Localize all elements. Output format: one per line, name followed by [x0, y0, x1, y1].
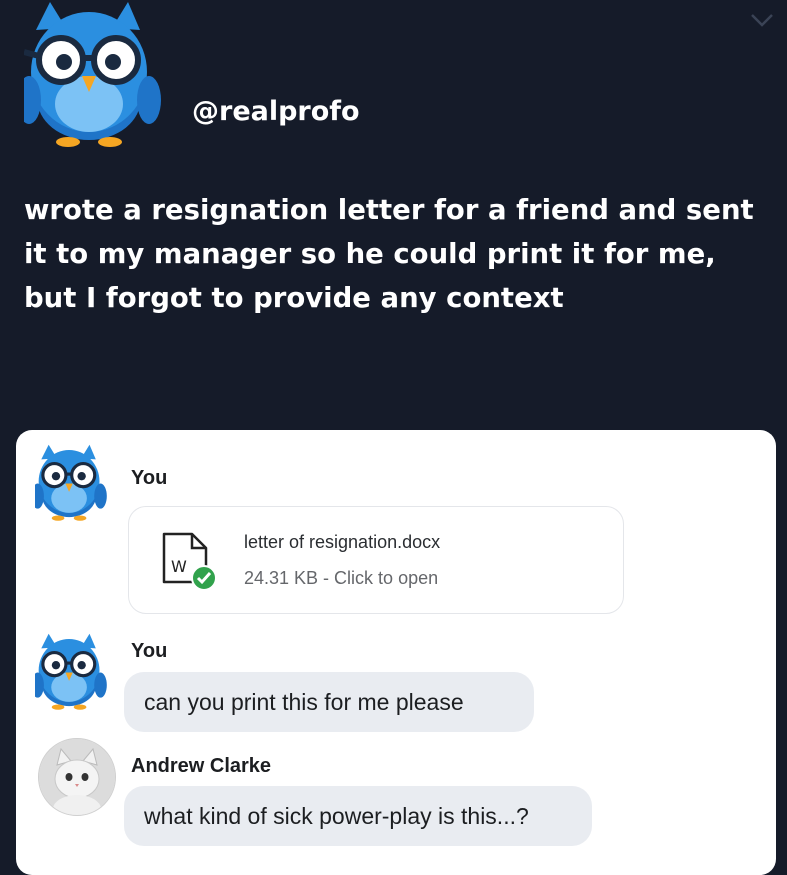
- word-document-icon: W: [162, 532, 217, 591]
- owl-avatar-icon: [35, 444, 107, 521]
- sender-name: Andrew Clarke: [131, 755, 272, 777]
- sender-name: You: [131, 467, 168, 489]
- file-meta[interactable]: 24.31 KB - Click to open: [244, 568, 438, 589]
- chevron-down-icon[interactable]: [749, 10, 775, 30]
- message-bubble: what kind of sick power-play is this...?: [124, 786, 592, 846]
- post-text: wrote a resignation letter for a friend …: [24, 194, 754, 314]
- cat-avatar-icon: [39, 739, 115, 815]
- author-handle[interactable]: @realprofo: [192, 96, 360, 127]
- doc-icon-letter: W: [171, 557, 187, 576]
- sender-name: You: [131, 640, 168, 662]
- owl-avatar-icon: [24, 2, 161, 147]
- message-bubble: can you print this for me please: [124, 672, 534, 732]
- owl-avatar-icon: [35, 633, 107, 710]
- avatar: [38, 738, 116, 816]
- file-name[interactable]: letter of resignation.docx: [244, 532, 440, 553]
